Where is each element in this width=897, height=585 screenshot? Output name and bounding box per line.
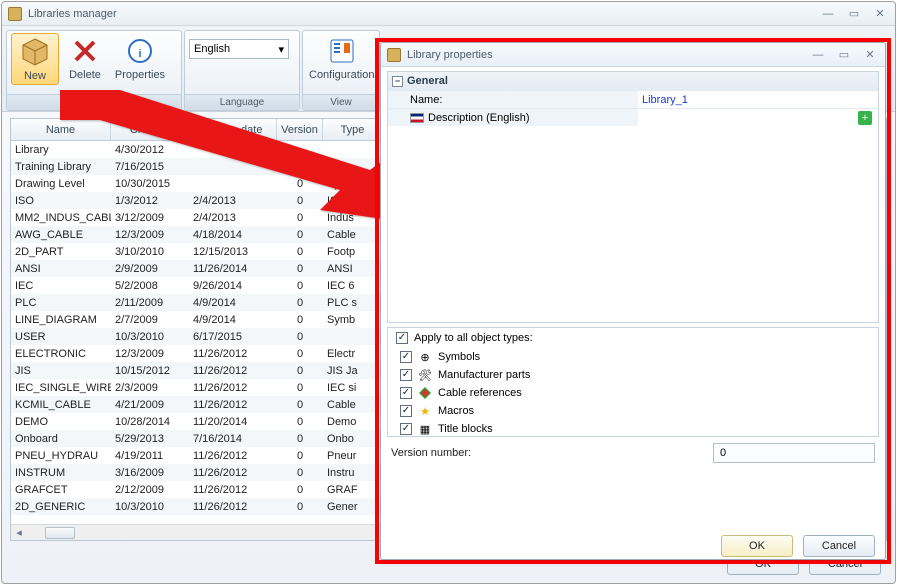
box-icon	[19, 36, 51, 68]
ribbon-group-management: New Delete i Properties Management	[6, 30, 182, 111]
col-version[interactable]: Version	[277, 119, 323, 140]
object-types-section: Apply to all object types: ⊕ Symbols 🛠 M…	[387, 327, 879, 437]
col-update[interactable]: Update date	[189, 119, 277, 140]
ribbon-group-view: Configuration View	[302, 30, 380, 111]
svg-text:i: i	[138, 48, 141, 60]
maximize-button[interactable]: ▭	[845, 7, 863, 21]
app-icon	[387, 48, 401, 62]
collapse-icon[interactable]: −	[392, 76, 403, 87]
config-icon	[326, 35, 358, 67]
dialog-close-button[interactable]: ✕	[861, 48, 879, 62]
apply-all-label: Apply to all object types:	[414, 332, 533, 344]
name-row[interactable]: Name: Library_1	[388, 90, 878, 108]
scroll-left-icon[interactable]: ◂	[11, 525, 27, 541]
delete-button[interactable]: Delete	[61, 33, 109, 83]
ribbon-group-language: English ▾ Language	[184, 30, 300, 111]
main-titlebar: Libraries manager — ▭ ✕	[2, 2, 895, 26]
macros-icon: ★	[418, 404, 432, 418]
checkbox[interactable]	[400, 423, 412, 435]
name-label: Name:	[388, 91, 638, 108]
col-name[interactable]: Name	[11, 119, 111, 140]
version-row: Version number: 0	[391, 443, 875, 463]
type-parts[interactable]: 🛠 Manufacturer parts	[400, 366, 870, 384]
type-titleblocks[interactable]: ▦ Title blocks	[400, 420, 870, 438]
ribbon-group-label: Management	[7, 94, 181, 110]
name-value[interactable]: Library_1	[638, 91, 878, 108]
apply-all-checkbox[interactable]	[396, 332, 408, 344]
dialog-title: Library properties	[407, 49, 809, 61]
version-label: Version number:	[391, 447, 701, 459]
checkbox[interactable]	[400, 405, 412, 417]
dialog-footer: OK Cancel	[721, 535, 875, 557]
property-grid: − General Name: Library_1 Description (E…	[387, 71, 879, 323]
properties-button[interactable]: i Properties	[111, 33, 169, 83]
cables-icon	[418, 386, 432, 400]
window-title: Libraries manager	[28, 8, 819, 20]
new-button[interactable]: New	[11, 33, 59, 85]
close-button[interactable]: ✕	[871, 7, 889, 21]
dialog-maximize-button[interactable]: ▭	[835, 48, 853, 62]
titleblocks-icon: ▦	[418, 422, 432, 436]
dialog-ok-button[interactable]: OK	[721, 535, 793, 557]
ribbon-group-label: View	[303, 94, 379, 110]
parts-icon: 🛠	[418, 368, 432, 382]
description-value[interactable]: +	[638, 109, 878, 126]
general-header[interactable]: − General	[388, 72, 878, 90]
type-symbols[interactable]: ⊕ Symbols	[400, 348, 870, 366]
scroll-thumb[interactable]	[45, 527, 75, 539]
type-cables[interactable]: Cable references	[400, 384, 870, 402]
type-macros[interactable]: ★ Macros	[400, 402, 870, 420]
apply-all-row[interactable]: Apply to all object types:	[396, 332, 870, 344]
chevron-down-icon: ▾	[278, 43, 284, 56]
add-icon[interactable]: +	[858, 111, 872, 125]
description-label: Description (English)	[388, 109, 638, 126]
minimize-button[interactable]: —	[819, 7, 837, 21]
checkbox[interactable]	[400, 369, 412, 381]
language-select[interactable]: English ▾	[189, 39, 289, 59]
checkbox[interactable]	[400, 351, 412, 363]
checkbox[interactable]	[400, 387, 412, 399]
x-icon	[69, 35, 101, 67]
dialog-titlebar: Library properties — ▭ ✕	[381, 43, 885, 67]
description-row[interactable]: Description (English) +	[388, 108, 878, 126]
col-created[interactable]: Created	[111, 119, 189, 140]
ribbon-group-label: Language	[185, 94, 299, 110]
dialog-cancel-button[interactable]: Cancel	[803, 535, 875, 557]
info-icon: i	[124, 35, 156, 67]
configuration-button[interactable]: Configuration	[307, 33, 376, 83]
dialog-minimize-button[interactable]: —	[809, 48, 827, 62]
flag-icon	[410, 113, 424, 123]
library-properties-dialog: Library properties — ▭ ✕ − General Name:…	[380, 42, 886, 560]
symbols-icon: ⊕	[418, 350, 432, 364]
app-icon	[8, 7, 22, 21]
version-input[interactable]: 0	[713, 443, 875, 463]
col-type[interactable]: Type	[323, 119, 383, 140]
